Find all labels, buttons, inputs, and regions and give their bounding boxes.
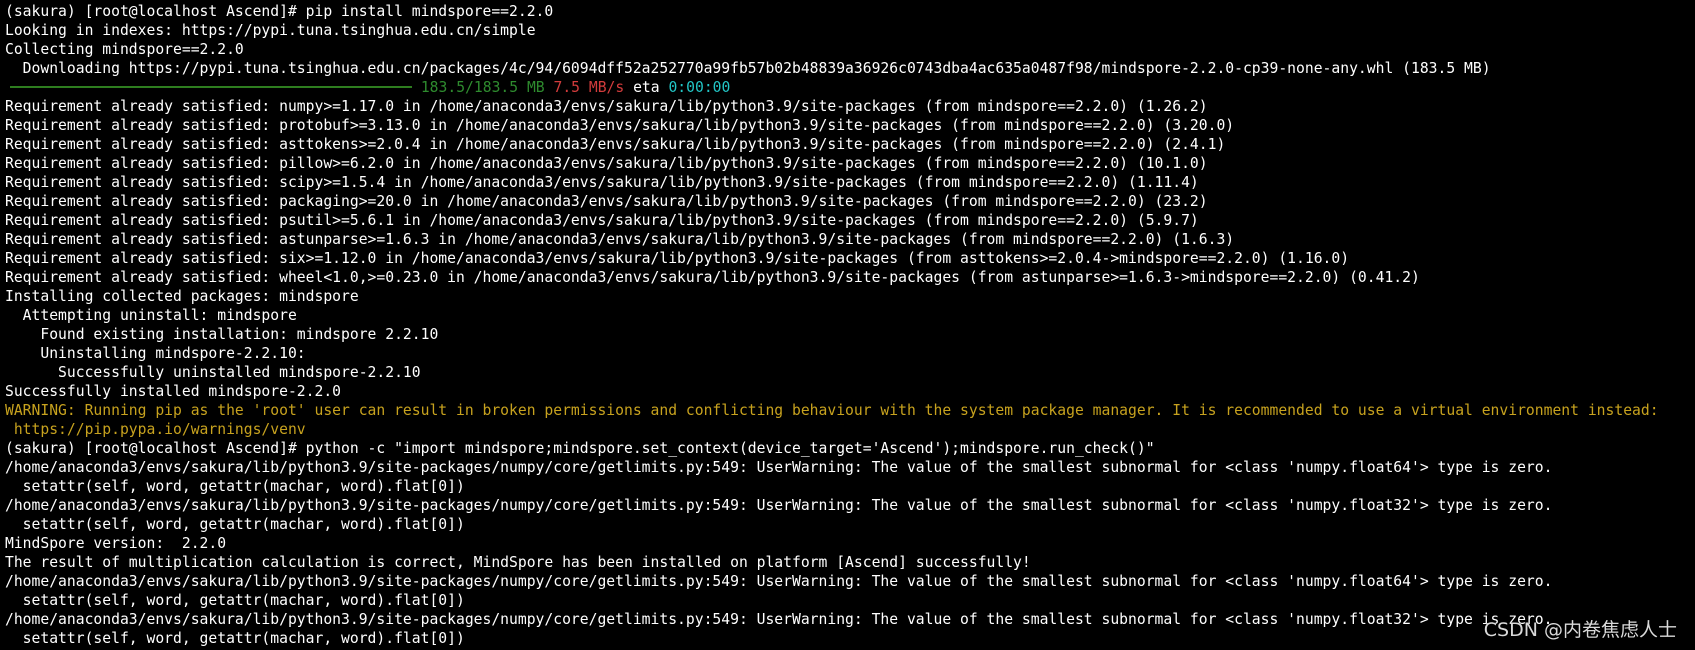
terminal-line: setattr(self, word, getattr(machar, word… [5, 478, 465, 495]
progress-eta-value: 0:00:00 [668, 79, 731, 96]
terminal-line: Requirement already satisfied: astunpars… [5, 231, 1235, 248]
terminal-line: /home/anaconda3/envs/sakura/lib/python3.… [5, 573, 1553, 590]
terminal-line: Downloading https://pypi.tuna.tsinghua.e… [5, 60, 1491, 77]
terminal-line: Successfully installed mindspore-2.2.0 [5, 383, 342, 400]
terminal-line: /home/anaconda3/envs/sakura/lib/python3.… [5, 497, 1553, 514]
terminal-line: Installing collected packages: mindspore [5, 288, 359, 305]
progress-eta-label: eta [633, 79, 660, 96]
terminal-line: Requirement already satisfied: packaging… [5, 193, 1208, 210]
csdn-watermark: CSDN @内卷焦虑人士 [1483, 619, 1677, 641]
terminal-line: Uninstalling mindspore-2.2.10: [5, 345, 306, 362]
progress-bar [10, 86, 412, 88]
terminal-line: MindSpore version: 2.2.0 [5, 535, 227, 552]
terminal-line: Looking in indexes: https://pypi.tuna.ts… [5, 22, 536, 39]
terminal-line: Collecting mindspore==2.2.0 [5, 41, 244, 58]
terminal-line: Requirement already satisfied: six>=1.12… [5, 250, 1350, 267]
terminal-line: (sakura) [root@localhost Ascend]# pip in… [5, 3, 554, 20]
terminal-output[interactable]: (sakura) [root@localhost Ascend]# pip in… [5, 2, 1695, 648]
terminal-line: (sakura) [root@localhost Ascend]# python… [5, 440, 1155, 457]
terminal-line: setattr(self, word, getattr(machar, word… [5, 516, 465, 533]
terminal-line: setattr(self, word, getattr(machar, word… [5, 592, 465, 609]
terminal-line: Requirement already satisfied: wheel<1.0… [5, 269, 1420, 286]
warning-line: https://pip.pypa.io/warnings/venv [5, 421, 306, 438]
terminal-line: Requirement already satisfied: asttokens… [5, 136, 1226, 153]
terminal-line: Requirement already satisfied: numpy>=1.… [5, 98, 1208, 115]
terminal-line: Found existing installation: mindspore 2… [5, 326, 439, 343]
terminal-line: Attempting uninstall: mindspore [5, 307, 297, 324]
terminal-line: Successfully uninstalled mindspore-2.2.1… [5, 364, 421, 381]
terminal-line: /home/anaconda3/envs/sakura/lib/python3.… [5, 459, 1553, 476]
terminal-line: Requirement already satisfied: protobuf>… [5, 117, 1235, 134]
terminal-line: setattr(self, word, getattr(machar, word… [5, 630, 465, 647]
terminal-line: /home/anaconda3/envs/sakura/lib/python3.… [5, 611, 1553, 628]
terminal-line: The result of multiplication calculation… [5, 554, 1031, 571]
terminal-line: Requirement already satisfied: psutil>=5… [5, 212, 1199, 229]
progress-rate: 7.5 MB/s [553, 79, 625, 96]
warning-line: WARNING: Running pip as the 'root' user … [5, 402, 1659, 419]
terminal-window[interactable]: (sakura) [root@localhost Ascend]# pip in… [0, 0, 1695, 650]
download-progress-line: 183.5/183.5 MB 7.5 MB/s eta 0:00:00 [5, 78, 1695, 97]
terminal-line: Requirement already satisfied: scipy>=1.… [5, 174, 1199, 191]
terminal-line: Requirement already satisfied: pillow>=6… [5, 155, 1208, 172]
progress-size: 183.5/183.5 MB [420, 79, 545, 96]
